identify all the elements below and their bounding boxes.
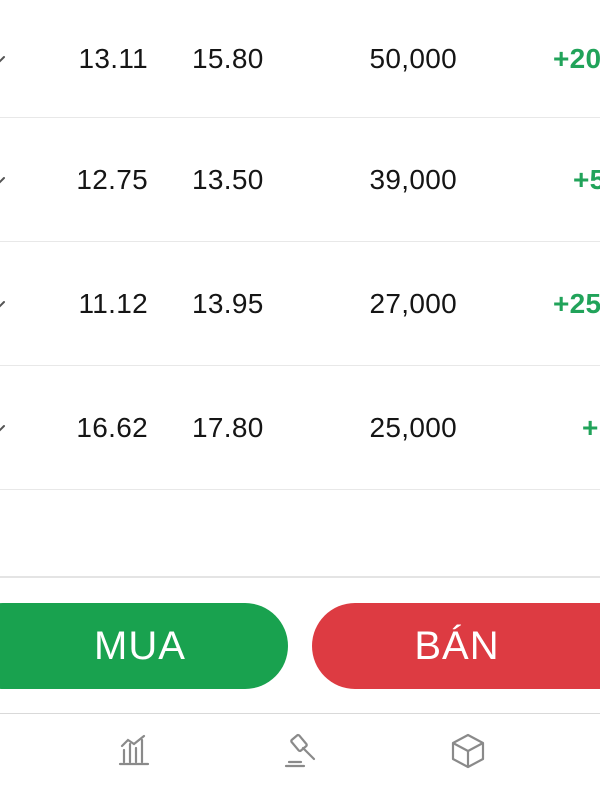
cell-col3: 50,000 [369,42,457,74]
buy-button-label: MUA [94,623,186,668]
cell-col3: 25,000 [369,411,457,443]
sell-button[interactable]: BÁN [312,603,600,689]
tab-auction[interactable] [270,732,330,792]
cell-col3: 39,000 [369,163,457,195]
chevron-icon[interactable] [0,174,8,186]
cell-change: +5 [573,163,600,195]
cell-col2: 17.80 [192,411,264,443]
cell-col3: 27,000 [369,287,457,319]
table-row[interactable]: 16.62 17.80 25,000 + [0,366,600,490]
cell-col2: 13.50 [192,163,264,195]
tab-market[interactable] [104,732,164,792]
cell-col2: 15.80 [192,42,264,74]
cell-col1: 13.11 [78,42,148,74]
cell-change: +25 [553,287,600,319]
trading-screen: 13.11 15.80 50,000 +20 12.75 13.50 39,00… [0,0,600,800]
table-row[interactable]: 11.12 13.95 27,000 +25 [0,242,600,366]
divider [0,576,600,578]
cell-col1: 12.75 [76,163,148,195]
sell-button-label: BÁN [414,623,500,668]
cell-col1: 11.12 [78,287,148,319]
cell-col2: 13.95 [192,287,264,319]
chevron-icon[interactable] [0,53,8,65]
tab-products[interactable] [438,732,498,792]
cell-change: +20 [553,42,600,74]
table-row[interactable]: 12.75 13.50 39,000 +5 [0,118,600,242]
chevron-icon[interactable] [0,422,8,434]
box-icon [451,733,485,769]
chevron-icon[interactable] [0,298,8,310]
trade-actions: MUA BÁN [0,603,600,689]
price-table: 13.11 15.80 50,000 +20 12.75 13.50 39,00… [0,0,600,490]
cell-col1: 16.62 [76,411,148,443]
market-chart-icon [118,734,150,766]
table-row[interactable]: 13.11 15.80 50,000 +20 [0,0,600,118]
auction-gavel-icon [284,733,316,768]
cell-change: + [582,411,599,443]
buy-button[interactable]: MUA [0,603,288,689]
bottom-tab-bar [0,714,600,800]
